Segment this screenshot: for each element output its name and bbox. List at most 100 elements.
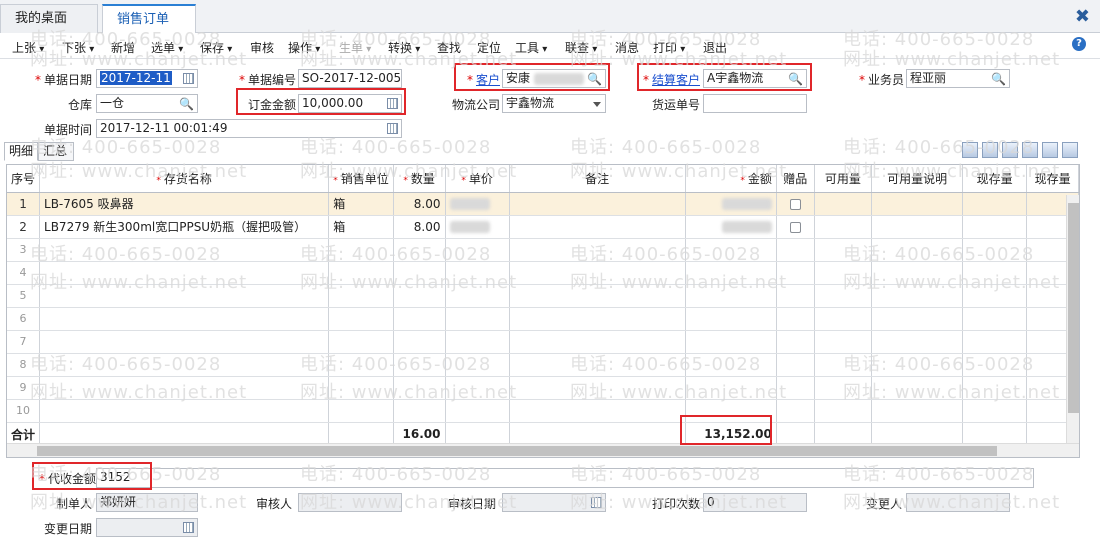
empty-cell[interactable] — [509, 330, 686, 354]
vertical-scroll-thumb[interactable] — [1068, 203, 1079, 413]
calendar-icon[interactable] — [183, 73, 194, 84]
price-cell[interactable] — [445, 192, 510, 216]
time-field[interactable]: 2017-12-11 00:01:49 — [96, 119, 402, 138]
table-row[interactable]: 2 LB7279 新生300ml宽口PPSU奶瓶（握把吸管）箱 8.00 — [7, 215, 1079, 239]
window-close-icon[interactable]: ✖ — [1075, 6, 1090, 27]
remark-cell[interactable] — [509, 215, 686, 239]
empty-cell[interactable] — [509, 238, 686, 262]
menu-item[interactable]: 上张 ▾ — [12, 39, 44, 56]
empty-cell[interactable] — [776, 376, 815, 400]
empty-cell[interactable] — [814, 330, 873, 354]
empty-cell[interactable] — [393, 330, 446, 354]
column-header[interactable]: 可用量 — [814, 165, 873, 193]
empty-cell[interactable] — [39, 353, 330, 377]
table-row[interactable]: 7 — [7, 330, 1079, 354]
empty-cell[interactable] — [393, 353, 446, 377]
calendar-icon[interactable] — [387, 123, 398, 134]
vertical-scrollbar[interactable] — [1066, 195, 1079, 443]
menu-item[interactable]: 审核 — [250, 39, 274, 56]
empty-cell[interactable] — [328, 376, 394, 400]
empty-cell[interactable] — [685, 330, 777, 354]
empty-cell[interactable] — [445, 238, 510, 262]
empty-cell[interactable] — [39, 261, 330, 285]
column-header[interactable]: 现存量 — [962, 165, 1028, 193]
empty-cell[interactable] — [685, 353, 777, 377]
save-layout-icon[interactable] — [1062, 142, 1078, 158]
menu-item[interactable]: 保存 ▾ — [200, 39, 232, 56]
help-icon[interactable]: ? — [1072, 37, 1086, 51]
menu-item[interactable]: 打印 ▾ — [653, 39, 685, 56]
empty-cell[interactable] — [393, 376, 446, 400]
empty-cell[interactable] — [39, 284, 330, 308]
empty-cell[interactable] — [871, 330, 964, 354]
search-icon[interactable]: 🔍 — [991, 71, 1006, 87]
logistics-select[interactable]: 宇鑫物流 — [502, 94, 606, 113]
menu-item[interactable]: 操作 ▾ — [288, 39, 320, 56]
menu-item[interactable]: 选单 ▾ — [151, 39, 183, 56]
qty-cell[interactable]: 8.00 — [393, 192, 446, 216]
remark-cell[interactable] — [509, 192, 686, 216]
horizontal-scrollbar[interactable] — [7, 443, 1079, 457]
empty-cell[interactable] — [509, 376, 686, 400]
search-icon[interactable]: 🔍 — [179, 96, 194, 112]
item-name-cell[interactable]: LB-7605 吸鼻器 — [39, 192, 330, 216]
column-header[interactable]: 备注 — [509, 165, 686, 193]
unit-cell[interactable]: 箱 — [328, 192, 394, 216]
empty-cell[interactable] — [685, 284, 777, 308]
empty-cell[interactable] — [962, 399, 1028, 423]
empty-cell[interactable] — [871, 307, 964, 331]
empty-cell[interactable] — [871, 284, 964, 308]
column-header[interactable]: * 金额 — [685, 165, 777, 193]
item-name-cell[interactable]: LB7279 新生300ml宽口PPSU奶瓶（握把吸管） — [39, 215, 330, 239]
empty-cell[interactable] — [509, 307, 686, 331]
empty-cell[interactable] — [509, 284, 686, 308]
chevron-down-icon[interactable] — [593, 102, 601, 107]
empty-cell[interactable] — [776, 261, 815, 285]
empty-cell[interactable] — [509, 399, 686, 423]
table-row[interactable]: 3 — [7, 238, 1079, 262]
empty-cell[interactable] — [962, 307, 1028, 331]
menu-item[interactable]: 退出 — [703, 39, 727, 56]
empty-cell[interactable] — [871, 261, 964, 285]
empty-cell[interactable] — [393, 399, 446, 423]
table-row[interactable]: 9 — [7, 376, 1079, 400]
column-header[interactable]: 可用量说明 — [871, 165, 964, 193]
empty-cell[interactable] — [39, 330, 330, 354]
table-row[interactable]: 10 — [7, 399, 1079, 423]
menu-item[interactable]: 定位 — [477, 39, 501, 56]
table-row[interactable]: 4 — [7, 261, 1079, 285]
empty-cell[interactable] — [509, 353, 686, 377]
menu-item[interactable]: 新增 — [111, 39, 135, 56]
table-row[interactable]: 6 — [7, 307, 1079, 331]
excel-icon[interactable] — [1002, 142, 1018, 158]
empty-cell[interactable] — [814, 284, 873, 308]
qty-cell[interactable]: 8.00 — [393, 215, 446, 239]
empty-cell[interactable] — [445, 307, 510, 331]
gift-cell[interactable] — [776, 215, 815, 239]
amount-cell[interactable] — [685, 192, 777, 216]
column-header[interactable]: 现存量 — [1026, 165, 1079, 193]
empty-cell[interactable] — [685, 261, 777, 285]
empty-cell[interactable] — [445, 284, 510, 308]
menu-item[interactable]: 消息 — [615, 39, 639, 56]
empty-cell[interactable] — [328, 399, 394, 423]
menu-item[interactable]: 工具 ▾ — [515, 39, 547, 56]
collect-field[interactable]: 3152 — [96, 468, 1034, 488]
empty-cell[interactable] — [776, 353, 815, 377]
empty-cell[interactable] — [328, 238, 394, 262]
empty-cell[interactable] — [445, 376, 510, 400]
gift-checkbox[interactable] — [789, 221, 801, 233]
doc-no-field[interactable]: SO-2017-12-0057 — [298, 69, 402, 88]
empty-cell[interactable] — [393, 238, 446, 262]
empty-cell[interactable] — [962, 353, 1028, 377]
empty-cell[interactable] — [962, 376, 1028, 400]
waybill-field[interactable] — [703, 94, 807, 113]
tab-summary[interactable]: 汇总 — [38, 142, 74, 161]
tab-sales-order[interactable]: 销售订单× — [102, 4, 196, 53]
empty-cell[interactable] — [685, 376, 777, 400]
chart-icon[interactable] — [1042, 142, 1058, 158]
empty-cell[interactable] — [871, 353, 964, 377]
empty-cell[interactable] — [39, 376, 330, 400]
column-header[interactable]: * 单价 — [445, 165, 510, 193]
menu-item[interactable]: 联查 ▾ — [565, 39, 597, 56]
